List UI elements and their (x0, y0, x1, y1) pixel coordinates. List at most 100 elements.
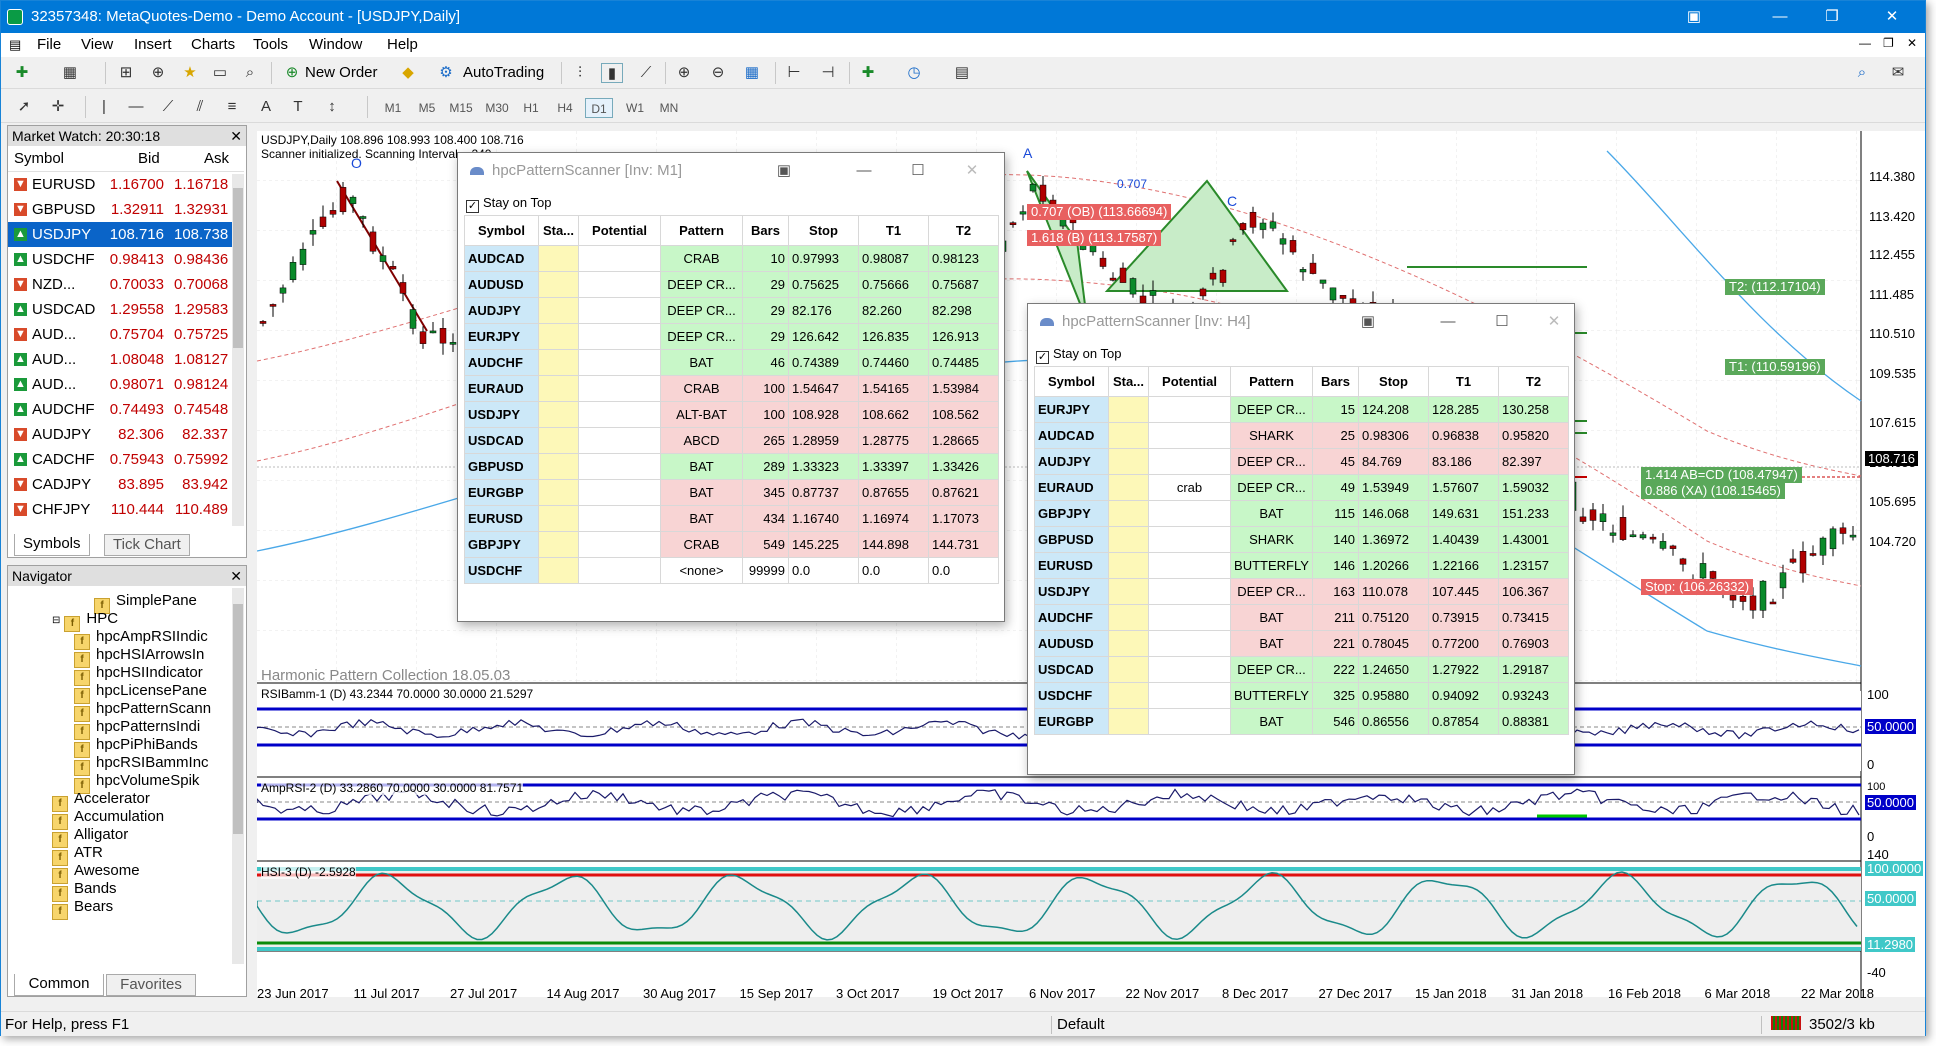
menu-file[interactable]: File (37, 36, 61, 53)
table-row[interactable]: AUDCHF BAT 211 0.75120 0.73915 0.73415 (1034, 604, 1569, 631)
tf-w1[interactable]: W1 (621, 98, 649, 118)
tile-windows-icon[interactable]: ▦ (741, 63, 763, 83)
table-row[interactable]: GBPUSD SHARK 140 1.36972 1.40439 1.43001 (1034, 526, 1569, 553)
periods-icon[interactable]: ◷ (903, 63, 925, 83)
menu-charts[interactable]: Charts (191, 36, 235, 53)
table-row[interactable]: USDCHF <none> 99999 0.0 0.0 0.0 (464, 557, 999, 584)
stay-on-top-checkbox[interactable]: ✓ Stay on Top (466, 195, 551, 213)
market-watch-row[interactable]: ▼ CADJPY 83.895 83.942 (8, 472, 244, 497)
terminal-icon[interactable]: ▭ (209, 63, 231, 83)
trendline-icon[interactable]: ⟋ (157, 97, 179, 117)
column-header[interactable]: T2 (928, 215, 999, 246)
table-row[interactable]: EURGBP BAT 345 0.87737 0.87655 0.87621 (464, 479, 999, 506)
new-chart-icon[interactable]: ✚ (11, 63, 33, 83)
column-header[interactable]: Symbol (1034, 366, 1109, 397)
maximize-button[interactable]: ❐ (1809, 1, 1855, 33)
bar-chart-icon[interactable]: ⫶ (569, 63, 591, 83)
profiles-icon[interactable]: ▦ (59, 63, 81, 83)
table-row[interactable]: USDCAD DEEP CR... 222 1.24650 1.27922 1.29187 (1034, 656, 1569, 683)
tf-d1[interactable]: D1 (585, 98, 613, 118)
market-watch-row[interactable]: ▲ CADCHF 0.75943 0.75992 (8, 447, 244, 472)
tab-favorites[interactable]: Favorites (106, 974, 196, 996)
restore-layout-icon[interactable]: ▣ (1671, 1, 1717, 33)
column-header[interactable]: Symbol (464, 215, 539, 246)
table-row[interactable]: USDJPY ALT-BAT 100 108.928 108.662 108.562 (464, 401, 999, 428)
scrollbar[interactable] (232, 588, 244, 964)
menu-help[interactable]: Help (387, 36, 418, 53)
table-row[interactable]: EURJPY DEEP CR... 29 126.642 126.835 126.913 (464, 323, 999, 350)
tf-mn[interactable]: MN (655, 98, 683, 118)
table-row[interactable]: GBPUSD BAT 289 1.33323 1.33397 1.33426 (464, 453, 999, 480)
market-watch-row[interactable]: ▼ CHFJPY 110.444 110.489 (8, 497, 244, 522)
table-row[interactable]: USDJPY DEEP CR... 163 110.078 107.445 106.367 (1034, 578, 1569, 605)
maximize-button[interactable]: ☐ (1482, 304, 1522, 340)
channel-icon[interactable]: ⫽ (189, 97, 211, 117)
close-button[interactable]: ✕ (1869, 1, 1915, 33)
navigator-item[interactable]: f Bears (52, 896, 113, 920)
column-header[interactable]: T2 (1498, 366, 1569, 397)
stay-on-top-checkbox[interactable]: ✓ Stay on Top (1036, 346, 1121, 364)
cursor-icon[interactable]: ➚ (13, 97, 35, 117)
table-row[interactable]: EURAUD crab DEEP CR... 49 1.53949 1.57607 1.59… (1034, 474, 1569, 501)
table-row[interactable]: EURJPY DEEP CR... 15 124.208 128.285 130.258 (1034, 396, 1569, 423)
column-header[interactable]: Bars (1312, 366, 1359, 397)
column-header[interactable]: Potential (1148, 366, 1231, 397)
market-watch-row[interactable]: ▼ EURUSD 1.16700 1.16718 (8, 172, 244, 197)
indicators-icon[interactable]: ✚ (857, 63, 879, 83)
table-row[interactable]: AUDUSD DEEP CR... 29 0.75625 0.75666 0.75687 (464, 271, 999, 298)
mdi-minimize-button[interactable]: — (1859, 36, 1871, 50)
close-button[interactable]: ✕ (1534, 304, 1574, 340)
tf-m1[interactable]: M1 (379, 98, 407, 118)
menu-window[interactable]: Window (309, 36, 362, 53)
table-row[interactable]: AUDUSD BAT 221 0.78045 0.77200 0.76903 (1034, 630, 1569, 657)
market-watch-row[interactable]: ▲ AUD... 1.08048 1.08127 (8, 347, 244, 372)
market-watch-row[interactable]: ▲ AUDCHF 0.74493 0.74548 (8, 397, 244, 422)
scanner-m1-titlebar[interactable]: hpcPatternScanner [Inv: M1] ▣ — ☐ ✕ (458, 153, 1004, 189)
doc-icon[interactable]: ▤ (9, 37, 21, 53)
mdi-close-button[interactable]: ✕ (1907, 36, 1917, 50)
navigator-icon[interactable]: ★ (179, 63, 201, 83)
market-watch-row[interactable]: ▼ AUD... 0.75704 0.75725 (8, 322, 244, 347)
tab-tick-chart[interactable]: Tick Chart (104, 534, 190, 556)
column-header[interactable]: T1 (1428, 366, 1499, 397)
metaeditor-icon[interactable]: ◆ (397, 63, 419, 83)
scanner-h4-titlebar[interactable]: hpcPatternScanner [Inv: H4] ▣ — ☐ ✕ (1028, 304, 1574, 340)
fibo-icon[interactable]: ≡ (221, 97, 243, 117)
market-watch-icon[interactable]: ⊞ (115, 63, 137, 83)
close-icon[interactable]: ✕ (230, 566, 242, 586)
tf-m30[interactable]: M30 (483, 98, 511, 118)
new-order-icon[interactable]: ⊕ (281, 63, 303, 83)
minimize-button[interactable]: — (1757, 1, 1803, 33)
table-row[interactable]: EURUSD BAT 434 1.16740 1.16974 1.17073 (464, 505, 999, 532)
pin-icon[interactable]: ▣ (764, 153, 804, 189)
table-row[interactable]: EURGBP BAT 546 0.86556 0.87854 0.88381 (1034, 708, 1569, 735)
minimize-button[interactable]: — (1428, 304, 1468, 340)
table-row[interactable]: USDCAD ABCD 265 1.28959 1.28775 1.28665 (464, 427, 999, 454)
table-row[interactable]: GBPJPY BAT 115 146.068 149.631 151.233 (1034, 500, 1569, 527)
column-header[interactable]: Stop (788, 215, 859, 246)
scanner-h4-window[interactable]: hpcPatternScanner [Inv: H4] ▣ — ☐ ✕ ✓ Sta… (1027, 303, 1575, 775)
close-button[interactable]: ✕ (952, 153, 992, 189)
column-header[interactable]: Pattern (660, 215, 743, 246)
mdi-restore-button[interactable]: ❐ (1883, 36, 1894, 50)
chart-shift-icon[interactable]: ⊢ (783, 63, 805, 83)
column-header[interactable]: T1 (858, 215, 929, 246)
table-row[interactable]: USDCHF BUTTERFLY 325 0.95880 0.94092 0.93243 (1034, 682, 1569, 709)
table-row[interactable]: GBPJPY CRAB 549 145.225 144.898 144.731 (464, 531, 999, 558)
table-row[interactable]: AUDJPY DEEP CR... 45 84.769 83.186 82.397 (1034, 448, 1569, 475)
text-icon[interactable]: A (255, 97, 277, 117)
market-watch-row[interactable]: ▼ NZD... 0.70033 0.70068 (8, 272, 244, 297)
column-header[interactable]: Stop (1358, 366, 1429, 397)
horizontal-line-icon[interactable]: — (125, 97, 147, 117)
line-chart-icon[interactable]: ⟋ (635, 63, 657, 83)
minimize-button[interactable]: — (844, 153, 884, 189)
market-watch-row[interactable]: ▼ AUDJPY 82.306 82.337 (8, 422, 244, 447)
tf-h1[interactable]: H1 (517, 98, 545, 118)
maximize-button[interactable]: ☐ (898, 153, 938, 189)
data-window-icon[interactable]: ⊕ (147, 63, 169, 83)
column-header[interactable]: Pattern (1230, 366, 1313, 397)
collapse-icon[interactable]: ⊟ (52, 615, 60, 626)
market-watch-row[interactable]: ▲ USDCHF 0.98413 0.98436 (8, 247, 244, 272)
search-icon[interactable]: ⌕ (1851, 63, 1873, 83)
market-watch-row[interactable]: ▲ AUD... 0.98071 0.98124 (8, 372, 244, 397)
